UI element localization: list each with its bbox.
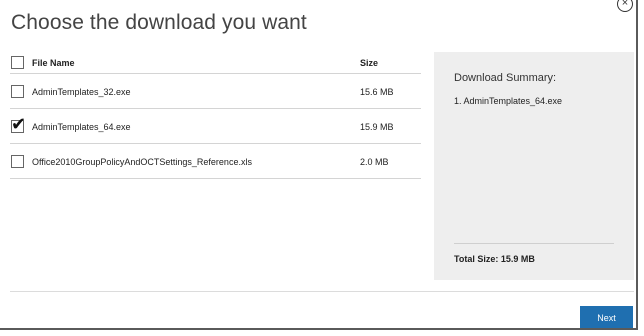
divider (10, 143, 421, 144)
total-size: Total Size: 15.9 MB (454, 254, 535, 264)
summary-title: Download Summary: (454, 72, 557, 84)
row-checkbox[interactable] (11, 85, 24, 98)
footer-divider (10, 291, 634, 292)
divider (10, 178, 421, 179)
summary-item: 1. AdminTemplates_64.exe (454, 96, 563, 106)
checkmark-icon: ✔ (11, 114, 27, 134)
divider (454, 243, 614, 244)
divider (10, 73, 421, 74)
page-title: Choose the download you want (11, 11, 307, 34)
close-icon: × (621, 0, 629, 9)
row-checkbox[interactable]: ✔ (11, 115, 26, 133)
next-button[interactable]: Next (580, 306, 633, 328)
row-checkbox[interactable] (11, 155, 24, 168)
download-summary-panel: Download Summary: 1. AdminTemplates_64.e… (434, 52, 634, 280)
divider (10, 108, 421, 109)
file-name: AdminTemplates_32.exe (32, 87, 131, 97)
download-dialog: Choose the download you want File Name S… (0, 0, 638, 330)
file-size: 15.6 MB (360, 87, 394, 97)
file-name: AdminTemplates_64.exe (32, 122, 131, 132)
file-size: 15.9 MB (360, 122, 394, 132)
file-size: 2.0 MB (360, 157, 389, 167)
column-header-file-name[interactable]: File Name (32, 58, 75, 68)
select-all-checkbox[interactable] (11, 56, 24, 69)
file-name: Office2010GroupPolicyAndOCTSettings_Refe… (32, 157, 252, 167)
column-header-size[interactable]: Size (360, 58, 378, 68)
